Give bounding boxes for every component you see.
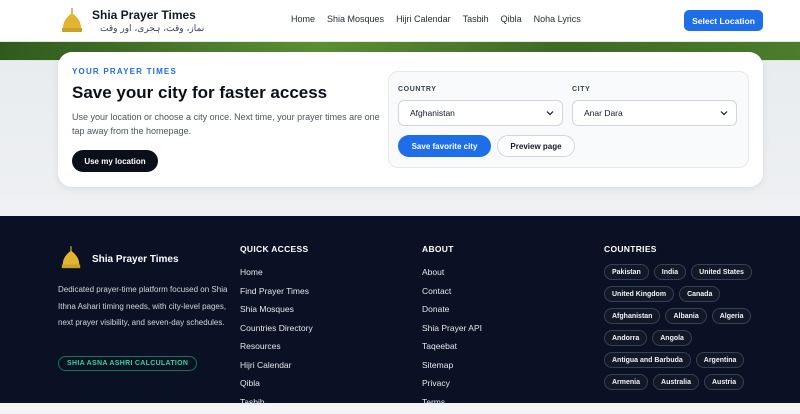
footer-link-find-prayer-times[interactable]: Find Prayer Times: [240, 285, 313, 304]
country-chip[interactable]: Andorra: [604, 330, 647, 346]
mosque-dome-icon: [60, 246, 82, 272]
preview-page-button[interactable]: Preview page: [497, 135, 575, 157]
footer-link-sitemap[interactable]: Sitemap: [422, 359, 482, 378]
country-chip[interactable]: Austria: [704, 374, 744, 390]
country-chip[interactable]: Australia: [653, 374, 699, 390]
footer-link-donate[interactable]: Donate: [422, 303, 482, 322]
nav-noha-lyrics[interactable]: Noha Lyrics: [534, 14, 581, 24]
chevron-down-icon: [720, 109, 728, 117]
footer-link-qibla[interactable]: Qibla: [240, 377, 313, 396]
country-select[interactable]: Afghanistan: [398, 100, 563, 126]
use-my-location-button[interactable]: Use my location: [72, 150, 158, 172]
nav-qibla[interactable]: Qibla: [501, 14, 522, 24]
brand-logo[interactable]: Shia Prayer Times نماز، وقت، ہجری، اور و…: [60, 6, 204, 36]
footer-link-shia-mosques[interactable]: Shia Mosques: [240, 303, 313, 322]
save-city-card: YOUR PRAYER TIMES Save your city for fas…: [58, 52, 763, 187]
country-chip[interactable]: India: [654, 264, 686, 280]
country-chip[interactable]: Argentina: [696, 352, 745, 368]
country-chip[interactable]: United States: [691, 264, 752, 280]
about-heading: ABOUT: [422, 244, 482, 254]
mosque-dome-icon: [60, 8, 84, 36]
country-label: COUNTRY: [398, 86, 437, 93]
city-label: CITY: [572, 86, 590, 93]
countries-column: COUNTRIES: [604, 244, 657, 266]
save-favorite-city-button[interactable]: Save favorite city: [398, 135, 491, 157]
footer-link-resources[interactable]: Resources: [240, 340, 313, 359]
footer-link-home[interactable]: Home: [240, 266, 313, 285]
city-select-value: Anar Dara: [584, 108, 623, 118]
card-title: Save your city for faster access: [72, 83, 327, 103]
footer-link-contact[interactable]: Contact: [422, 285, 482, 304]
nav-tasbih[interactable]: Tasbih: [463, 14, 489, 24]
city-form: COUNTRY Afghanistan CITY Anar Dara Save …: [388, 71, 749, 168]
country-chip[interactable]: Armenia: [604, 374, 648, 390]
footer-link-api[interactable]: Shia Prayer API: [422, 322, 482, 341]
footer-link-about[interactable]: About: [422, 266, 482, 285]
city-select[interactable]: Anar Dara: [572, 100, 737, 126]
footer-description: Dedicated prayer-time platform focused o…: [58, 282, 228, 332]
footer-link-hijri-calendar[interactable]: Hijri Calendar: [240, 359, 313, 378]
footer-link-terms[interactable]: Terms: [422, 396, 482, 414]
brand-title: Shia Prayer Times: [92, 8, 204, 22]
country-chip[interactable]: Antigua and Barbuda: [604, 352, 691, 368]
nav-home[interactable]: Home: [291, 14, 315, 24]
country-chip[interactable]: Afghanistan: [604, 308, 660, 324]
country-chip[interactable]: Algeria: [712, 308, 752, 324]
main-nav: Home Shia Mosques Hijri Calendar Tasbih …: [291, 14, 593, 24]
footer-link-privacy[interactable]: Privacy: [422, 377, 482, 396]
card-description: Use your location or choose a city once.…: [72, 110, 382, 138]
country-chip[interactable]: Pakistan: [604, 264, 649, 280]
nav-hijri-calendar[interactable]: Hijri Calendar: [396, 14, 451, 24]
chevron-down-icon: [546, 109, 554, 117]
country-chip[interactable]: United Kingdom: [604, 286, 674, 302]
footer-brand[interactable]: Shia Prayer Times: [60, 246, 179, 272]
footer-link-countries-directory[interactable]: Countries Directory: [240, 322, 313, 341]
card-eyebrow: YOUR PRAYER TIMES: [72, 67, 177, 76]
nav-shia-mosques[interactable]: Shia Mosques: [327, 14, 384, 24]
select-location-button[interactable]: Select Location: [684, 10, 763, 31]
footer-link-tasbih[interactable]: Tasbih: [240, 396, 313, 414]
country-chips: Pakistan India United States United King…: [604, 264, 764, 396]
country-chip[interactable]: Albania: [665, 308, 706, 324]
quick-access-heading: QUICK ACCESS: [240, 244, 313, 254]
countries-heading: COUNTRIES: [604, 244, 657, 254]
about-column: ABOUT About Contact Donate Shia Prayer A…: [422, 244, 482, 414]
site-header: Shia Prayer Times نماز، وقت، ہجری، اور و…: [0, 0, 800, 42]
calculation-badge: SHIA ASNA ASHRI CALCULATION: [58, 356, 197, 371]
country-chip[interactable]: Angola: [652, 330, 692, 346]
footer-brand-title: Shia Prayer Times: [92, 254, 179, 265]
footer-link-taqeebat[interactable]: Taqeebat: [422, 340, 482, 359]
brand-tagline: نماز، وقت، ہجری، اور وقت: [100, 24, 204, 34]
country-chip[interactable]: Canada: [679, 286, 720, 302]
site-footer: Shia Prayer Times Dedicated prayer-time …: [0, 216, 800, 403]
country-select-value: Afghanistan: [410, 108, 455, 118]
quick-access-column: QUICK ACCESS Home Find Prayer Times Shia…: [240, 244, 313, 414]
